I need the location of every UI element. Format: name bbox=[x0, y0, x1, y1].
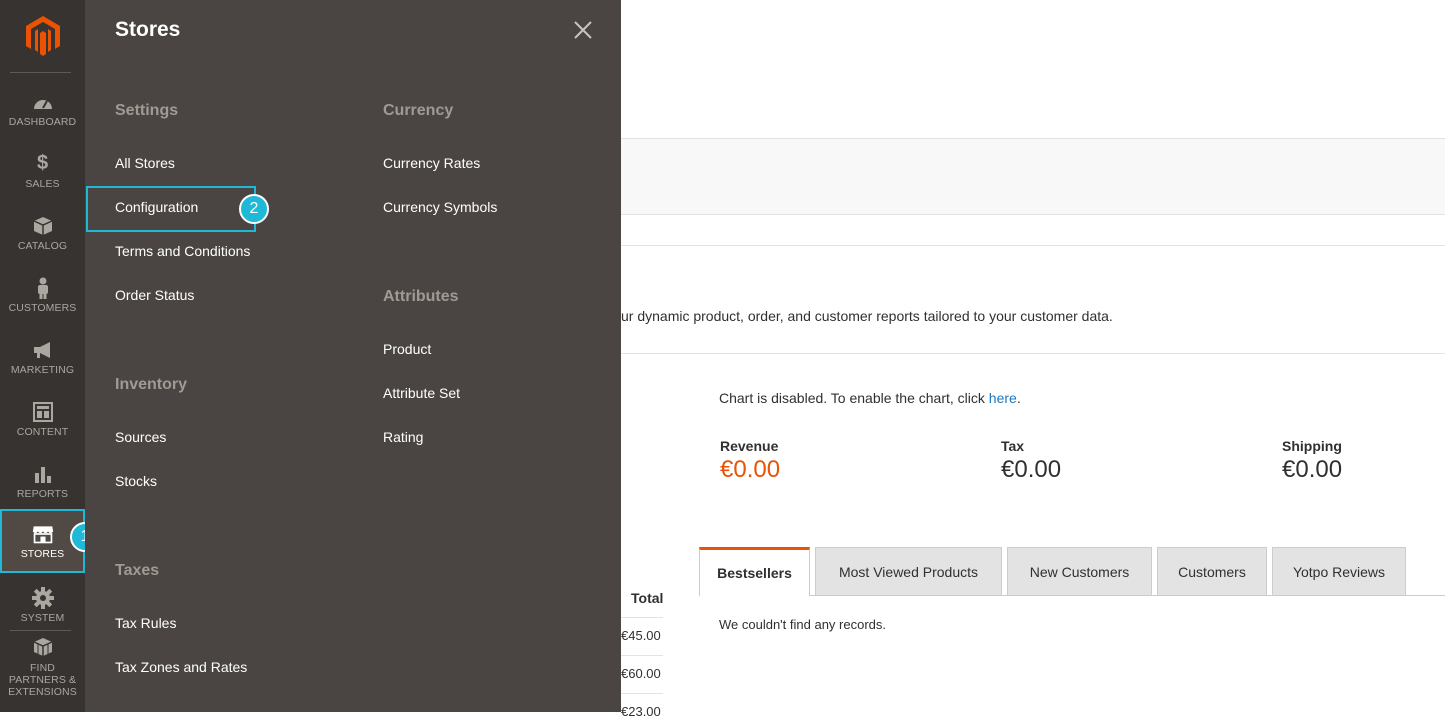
no-records-message: We couldn't find any records. bbox=[719, 617, 886, 632]
group-title-currency: Currency bbox=[383, 102, 454, 119]
nav-label: REPORTS bbox=[16, 487, 69, 500]
nav-label: FIND PARTNERS & EXTENSIONS bbox=[8, 661, 77, 698]
menu-link-configuration[interactable]: Configuration bbox=[115, 199, 198, 215]
menu-link-all-stores[interactable]: All Stores bbox=[115, 155, 175, 171]
metric-label: Tax bbox=[1001, 438, 1025, 454]
metric-value: €0.00 bbox=[720, 456, 781, 483]
divider bbox=[621, 245, 1445, 246]
box-icon bbox=[32, 215, 54, 237]
admin-nav: DASHBOARD $ SALES CATALOG CUSTOMERS MARK… bbox=[0, 0, 100, 712]
nav-label: SYSTEM bbox=[20, 611, 65, 624]
panel-title: Stores bbox=[115, 18, 181, 41]
menu-link-tax-zones-rates[interactable]: Tax Zones and Rates bbox=[115, 659, 247, 675]
nav-item-dashboard[interactable]: DASHBOARD bbox=[0, 78, 85, 140]
metric-revenue: Revenue €0.00 bbox=[720, 438, 780, 484]
nav-divider bbox=[10, 72, 71, 73]
nav-label: STORES bbox=[20, 547, 65, 560]
nav-item-sales[interactable]: $ SALES bbox=[0, 140, 85, 202]
stores-menu-panel: Stores Settings All Stores Configuration… bbox=[85, 0, 621, 712]
nav-label: MARKETING bbox=[10, 363, 75, 376]
metric-label: Revenue bbox=[720, 438, 779, 454]
nav-label: DASHBOARD bbox=[8, 115, 77, 128]
step-badge: 2 bbox=[239, 194, 269, 224]
megaphone-icon bbox=[32, 339, 54, 361]
menu-link-order-status[interactable]: Order Status bbox=[115, 287, 194, 303]
nav-label: CONTENT bbox=[16, 425, 69, 438]
magento-logo[interactable] bbox=[0, 0, 85, 72]
nav-item-marketing[interactable]: MARKETING bbox=[0, 326, 85, 388]
nav-item-reports[interactable]: REPORTS bbox=[0, 450, 85, 512]
table-header-total: Total bbox=[631, 590, 664, 606]
nav-item-catalog[interactable]: CATALOG bbox=[0, 202, 85, 264]
nav-item-content[interactable]: CONTENT bbox=[0, 388, 85, 450]
tab-yotpo-reviews[interactable]: Yotpo Reviews bbox=[1272, 547, 1406, 596]
dollar-icon: $ bbox=[36, 152, 49, 174]
table-rule bbox=[621, 693, 663, 694]
close-icon[interactable] bbox=[571, 18, 595, 42]
storefront-icon bbox=[32, 523, 54, 545]
tab-most-viewed-products[interactable]: Most Viewed Products bbox=[815, 547, 1002, 596]
nav-divider bbox=[10, 630, 71, 631]
menu-link-attribute-set[interactable]: Attribute Set bbox=[383, 385, 460, 401]
nav-item-find-partners[interactable]: FIND PARTNERS & EXTENSIONS bbox=[0, 637, 85, 698]
menu-link-product[interactable]: Product bbox=[383, 341, 431, 357]
tab-new-customers[interactable]: New Customers bbox=[1007, 547, 1152, 596]
menu-link-tax-rules[interactable]: Tax Rules bbox=[115, 615, 176, 631]
chart-disabled-note: Chart is disabled. To enable the chart, … bbox=[719, 390, 1021, 406]
group-title-settings: Settings bbox=[115, 102, 179, 119]
table-cell-total: €45.00 bbox=[621, 628, 661, 643]
group-title-attributes: Attributes bbox=[383, 288, 459, 305]
page-actions-band bbox=[621, 138, 1445, 215]
metric-label: Shipping bbox=[1282, 438, 1342, 454]
layout-icon bbox=[32, 401, 54, 423]
menu-link-currency-rates[interactable]: Currency Rates bbox=[383, 155, 480, 171]
metric-value: €0.00 bbox=[1001, 456, 1062, 483]
nav-item-system[interactable]: SYSTEM bbox=[0, 574, 85, 636]
menu-link-currency-symbols[interactable]: Currency Symbols bbox=[383, 199, 497, 215]
menu-link-terms-conditions[interactable]: Terms and Conditions bbox=[115, 243, 250, 259]
magento-logo-icon bbox=[25, 16, 60, 56]
nav-label: CUSTOMERS bbox=[8, 301, 77, 314]
menu-link-rating[interactable]: Rating bbox=[383, 429, 423, 445]
person-icon bbox=[32, 277, 54, 299]
table-rule bbox=[621, 655, 663, 656]
chart-note-text: Chart is disabled. To enable the chart, … bbox=[719, 390, 989, 406]
divider bbox=[621, 353, 1445, 354]
dashboard-icon bbox=[32, 91, 54, 113]
table-rule bbox=[621, 617, 663, 618]
nav-label: SALES bbox=[25, 177, 60, 190]
advanced-reporting-text: ur dynamic product, order, and customer … bbox=[621, 308, 1113, 324]
cubes-icon bbox=[32, 637, 54, 659]
nav-label: CATALOG bbox=[17, 239, 68, 252]
gear-icon bbox=[31, 586, 54, 609]
enable-chart-link[interactable]: here bbox=[989, 390, 1017, 406]
group-title-taxes: Taxes bbox=[115, 562, 160, 579]
menu-link-stocks[interactable]: Stocks bbox=[115, 473, 157, 489]
group-title-inventory: Inventory bbox=[115, 376, 188, 393]
bar-chart-icon bbox=[32, 463, 54, 485]
metric-shipping: Shipping €0.00 bbox=[1282, 438, 1342, 484]
tab-bestsellers[interactable]: Bestsellers bbox=[699, 547, 810, 596]
menu-link-sources[interactable]: Sources bbox=[115, 429, 166, 445]
metric-tax: Tax €0.00 bbox=[1001, 438, 1061, 484]
tab-customers[interactable]: Customers bbox=[1157, 547, 1267, 596]
table-cell-total: €60.00 bbox=[621, 666, 661, 681]
nav-item-customers[interactable]: CUSTOMERS bbox=[0, 264, 85, 326]
chart-note-suffix: . bbox=[1016, 390, 1021, 406]
metric-value: €0.00 bbox=[1282, 456, 1343, 483]
